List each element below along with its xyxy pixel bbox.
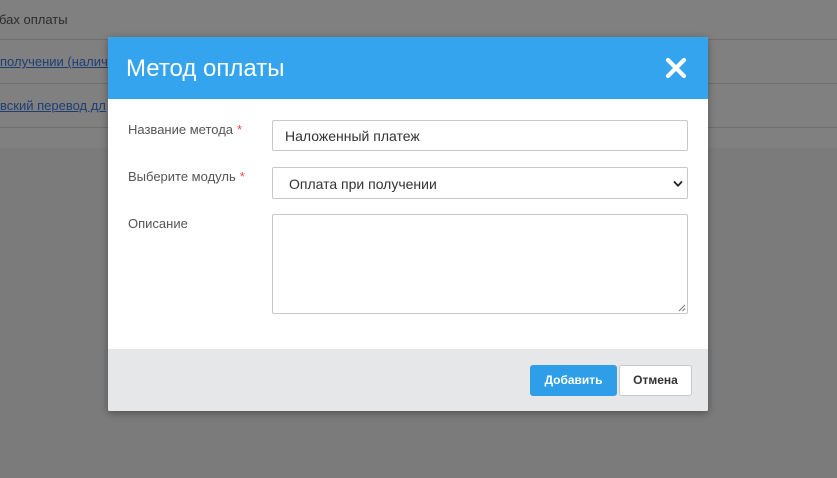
method-name-label: Название метода * bbox=[128, 122, 242, 137]
module-select-label: Выберите модуль * bbox=[128, 169, 245, 184]
module-select-label-text: Выберите модуль bbox=[128, 169, 236, 184]
payment-method-link[interactable]: вский перевод дл bbox=[0, 84, 106, 127]
dialog-footer: Добавить Отмена bbox=[108, 349, 708, 411]
description-textarea[interactable] bbox=[272, 214, 688, 314]
module-select-value: Оплата при получении bbox=[289, 176, 437, 192]
resize-grip-icon[interactable] bbox=[677, 303, 686, 312]
required-mark: * bbox=[239, 169, 245, 184]
required-mark: * bbox=[237, 122, 243, 137]
description-label: Описание bbox=[128, 216, 188, 231]
cancel-button[interactable]: Отмена bbox=[619, 365, 692, 396]
module-select[interactable]: Оплата при получении bbox=[272, 167, 688, 199]
payment-method-dialog: Метод оплаты Название метода* Выберите м… bbox=[108, 37, 708, 411]
chevron-down-icon bbox=[673, 181, 683, 187]
close-icon bbox=[665, 57, 687, 79]
table-header-row: бах оплаты bbox=[0, 0, 837, 40]
add-button[interactable]: Добавить bbox=[530, 365, 617, 396]
dialog-title: Метод оплаты bbox=[126, 55, 285, 82]
method-name-input[interactable] bbox=[272, 120, 688, 151]
payment-method-link[interactable]: получении (налич bbox=[0, 40, 108, 83]
close-button[interactable] bbox=[664, 56, 688, 80]
dialog-header: Метод оплаты bbox=[108, 37, 708, 99]
method-name-label-text: Название метода bbox=[128, 122, 234, 137]
description-label-text: Описание bbox=[128, 216, 188, 231]
table-header-cell: бах оплаты bbox=[0, 12, 68, 27]
